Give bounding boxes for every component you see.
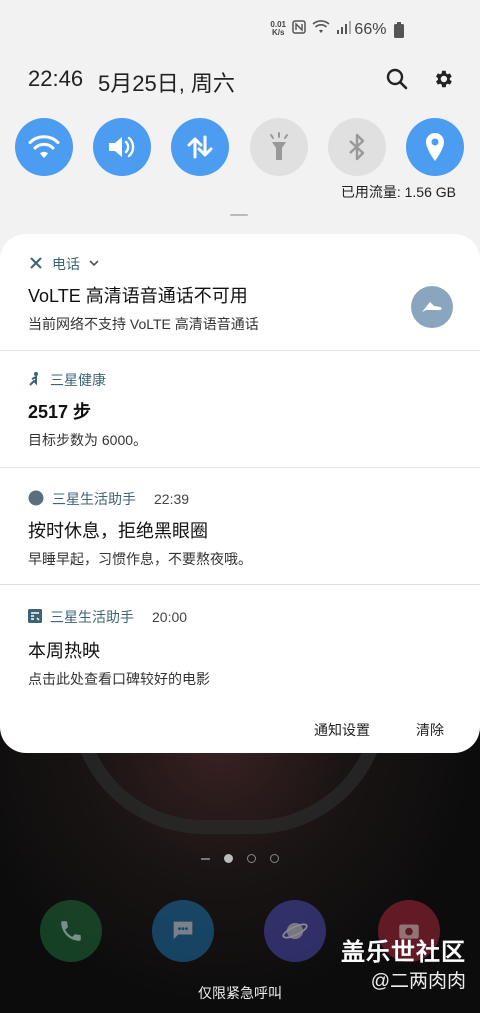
notification-title: VoLTE 高清语音通话不可用 xyxy=(28,286,248,306)
notification-phone[interactable]: 电话 VoLTE 高清语音通话不可用 当前网络不支持 VoLTE 高清语音通话 xyxy=(0,234,480,351)
date: 5月25日, 周六 xyxy=(98,71,235,96)
notification-time: 20:00 xyxy=(152,609,188,625)
status-bar: 0.01 K/s 66% xyxy=(270,18,405,40)
quick-panel: 0.01 K/s 66% 22:46 5月25日, 周六 已用流量: 1.56 … xyxy=(0,0,480,260)
page-indicator xyxy=(0,854,480,863)
notification-app-name: 三星生活助手 xyxy=(50,609,134,625)
location-pin-icon xyxy=(426,133,444,161)
bluetooth-icon xyxy=(349,133,365,161)
notification-samsung-health[interactable]: 三星健康 2517 步 目标步数为 6000。 xyxy=(0,286,480,468)
phone-volte-icon xyxy=(28,255,44,274)
health-runner-icon xyxy=(28,371,42,390)
notification-title: 按时休息，拒绝黑眼圈 xyxy=(28,521,208,541)
sound-toggle[interactable] xyxy=(93,118,151,176)
flashlight-toggle[interactable] xyxy=(250,118,308,176)
wifi-icon xyxy=(28,135,60,158)
clear-all-button[interactable]: 清除 xyxy=(416,720,444,740)
notification-app-name: 三星生活助手 xyxy=(52,491,136,507)
notification-settings-button[interactable]: 通知设置 xyxy=(314,720,370,740)
clock: 22:46 xyxy=(28,66,84,91)
notification-card: 电话 VoLTE 高清语音通话不可用 当前网络不支持 VoLTE 高清语音通话 … xyxy=(0,234,480,753)
notification-app-name: 电话 xyxy=(52,256,80,272)
search-icon[interactable] xyxy=(384,66,410,92)
watermark-site: 盖乐世社区 xyxy=(341,939,466,966)
battery-percent: 66% xyxy=(354,21,387,38)
page-dot xyxy=(247,854,256,863)
location-toggle[interactable] xyxy=(406,118,464,176)
settings-gear-icon[interactable] xyxy=(430,66,456,92)
browser-app-icon[interactable] xyxy=(264,900,326,962)
notification-text: 目标步数为 6000。 xyxy=(28,432,148,448)
data-usage-label[interactable]: 已用流量: 1.56 GB xyxy=(341,182,456,202)
notification-text: 当前网络不支持 VoLTE 高清语音通话 xyxy=(28,316,259,332)
network-speed: 0.01 K/s xyxy=(270,20,286,37)
battery-icon xyxy=(394,22,405,43)
speaker-icon xyxy=(109,136,135,158)
signal-icon xyxy=(336,20,352,39)
life-assistant-icon xyxy=(28,490,44,509)
page-dot-active xyxy=(224,854,233,863)
notification-text: 早睡早起，习惯作息，不要熬夜哦。 xyxy=(28,551,252,567)
messages-app-icon[interactable] xyxy=(152,900,214,962)
shoe-icon[interactable] xyxy=(411,286,453,328)
wifi-toggle[interactable] xyxy=(15,118,73,176)
notification-header: 三星健康 xyxy=(28,370,106,390)
nfc-icon xyxy=(292,19,306,39)
wifi-status-icon xyxy=(312,19,330,39)
notification-app-name: 三星健康 xyxy=(50,372,106,388)
notification-life-assistant-1[interactable]: 三星生活助手 22:39 按时休息，拒绝黑眼圈 早睡早起，习惯作息，不要熬夜哦。 xyxy=(0,467,480,585)
notification-header: 三星生活助手 20:00 xyxy=(28,607,187,627)
chevron-down-icon[interactable] xyxy=(88,256,100,272)
notification-title: 本周热映 xyxy=(28,641,100,661)
notification-time: 22:39 xyxy=(154,491,190,507)
emergency-call-label[interactable]: 仅限紧急呼叫 xyxy=(0,983,480,1003)
notification-text: 点击此处查看口碑较好的电影 xyxy=(28,671,210,687)
notification-title: 2517 步 xyxy=(28,402,92,422)
notification-life-assistant-2[interactable]: 三星生活助手 20:00 本周热映 点击此处查看口碑较好的电影 xyxy=(0,584,480,703)
phone-app-icon[interactable] xyxy=(40,900,102,962)
notification-header: 三星生活助手 22:39 xyxy=(28,489,189,509)
life-assistant-calendar-icon xyxy=(28,608,42,626)
flashlight-icon xyxy=(270,132,288,160)
page-dot xyxy=(270,854,279,863)
bluetooth-toggle[interactable] xyxy=(328,118,386,176)
data-arrows-icon xyxy=(187,135,213,159)
panel-drag-handle[interactable] xyxy=(230,214,248,216)
mobile-data-toggle[interactable] xyxy=(171,118,229,176)
notification-header: 电话 xyxy=(28,254,100,274)
page-indicator-home xyxy=(201,857,210,860)
